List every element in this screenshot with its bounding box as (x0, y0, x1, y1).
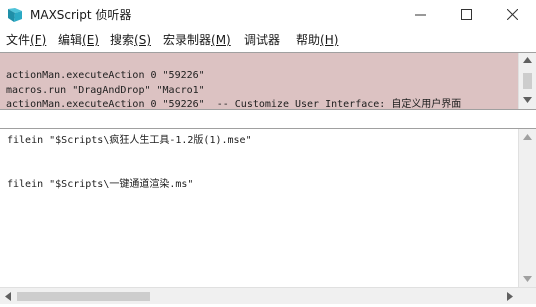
scroll-up-icon[interactable] (523, 134, 532, 140)
menu-label: 宏录制器 (163, 33, 212, 47)
scroll-right-icon[interactable] (507, 292, 513, 301)
editor-vertical-scrollbar[interactable] (518, 129, 536, 287)
listener-vertical-scrollbar[interactable] (518, 53, 536, 109)
scroll-down-icon[interactable] (523, 276, 532, 282)
editor-line: filein "$Scripts\疯狂人生工具-1.2版(1).mse" (7, 135, 252, 146)
menu-search[interactable]: 搜索(S) (110, 32, 151, 48)
menu-label: 编辑 (58, 33, 83, 47)
menu-mnemonic: (E) (82, 33, 99, 47)
menu-edit[interactable]: 编辑(E) (58, 32, 99, 48)
menu-mnemonic: (H) (320, 33, 339, 47)
editor-horizontal-scrollbar[interactable] (0, 287, 536, 305)
menu-label: 搜索 (110, 33, 135, 47)
listener-input-pane[interactable]: filein "$Scripts\疯狂人生工具-1.2版(1).mse" fil… (0, 128, 536, 287)
3dsmax-icon (7, 7, 23, 23)
scroll-left-icon[interactable] (5, 292, 11, 301)
menu-bar: 文件(F) 编辑(E) 搜索(S) 宏录制器(M) 调试器 帮助(H) (0, 30, 536, 50)
title-bar[interactable]: MAXScript 侦听器 (0, 0, 536, 30)
listener-output-pane[interactable]: actionMan.executeAction 0 "59226" macros… (0, 52, 536, 110)
scroll-thumb[interactable] (523, 73, 532, 89)
menu-label: 调试器 (244, 33, 281, 47)
listener-line: actionMan.executeAction 0 "59226" -- Cus… (6, 99, 462, 110)
menu-label: 帮助 (296, 33, 321, 47)
menu-label: 文件 (6, 33, 31, 47)
menu-mnemonic: (M) (211, 33, 231, 47)
editor-line: filein "$Scripts\一键通道渲染.ms" (7, 179, 194, 190)
listener-line: macros.run "DragAndDrop" "Macro1" (6, 85, 205, 96)
maximize-button[interactable] (444, 0, 490, 30)
menu-mnemonic: (S) (134, 33, 151, 47)
menu-file[interactable]: 文件(F) (6, 32, 46, 48)
close-icon (507, 9, 518, 20)
scroll-thumb[interactable] (17, 292, 150, 301)
window-title: MAXScript 侦听器 (30, 8, 132, 22)
scroll-down-icon[interactable] (523, 97, 532, 103)
minimize-button[interactable] (398, 0, 444, 30)
pane-splitter[interactable] (0, 110, 536, 128)
menu-macro-recorder[interactable]: 宏录制器(M) (163, 32, 231, 48)
menu-debugger[interactable]: 调试器 (244, 32, 280, 48)
listener-line: actionMan.executeAction 0 "59226" (6, 70, 205, 81)
close-button[interactable] (490, 0, 536, 30)
maximize-icon (461, 9, 472, 20)
minimize-icon (415, 14, 426, 16)
menu-mnemonic: (F) (30, 33, 47, 47)
scroll-up-icon[interactable] (523, 57, 532, 63)
menu-help[interactable]: 帮助(H) (296, 32, 338, 48)
